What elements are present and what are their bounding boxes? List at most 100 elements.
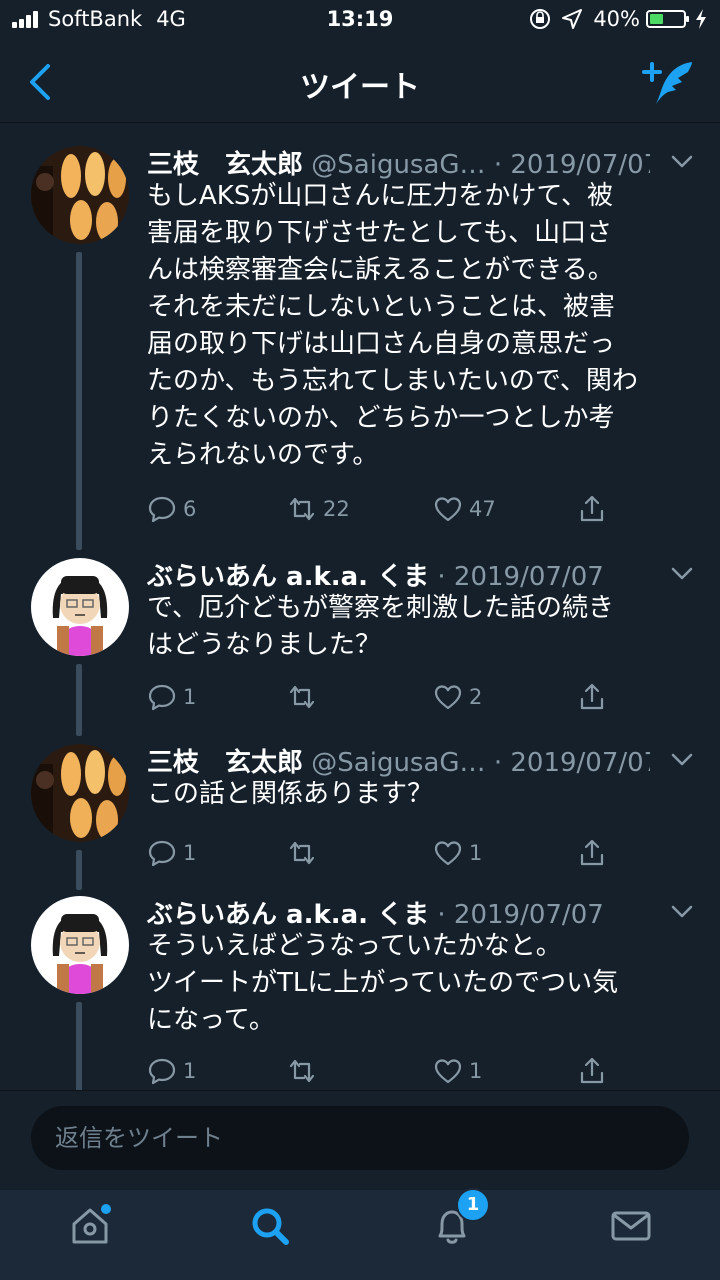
tweet-header: 三枝 玄太郎 @SaigusaG… · 2019/07/07 [147,144,650,181]
share-icon [580,683,604,710]
tweet-header: ぶらいあん a.k.a. くま · 2019/07/07 [147,556,650,593]
reply-icon [148,684,176,711]
reply-count: 6 [183,497,197,521]
status-right: 40% [529,7,708,31]
reply-icon [148,1058,176,1085]
heart-icon [434,841,462,866]
status-bar: SoftBank 4G 13:19 40% [0,0,720,40]
heart-icon [434,685,462,710]
tweet-actions: 1 1 [147,1056,690,1090]
separator-dot: · [437,900,446,930]
like-button[interactable]: 1 [433,1056,482,1086]
tweet[interactable]: ぶらいあん a.k.a. くま · 2019/07/07 そういえばどうなってい… [0,896,720,1090]
share-icon [580,1057,604,1084]
tweet-header: 三枝 玄太郎 @SaigusaG… · 2019/07/07 [147,742,650,779]
retweet-button[interactable]: 22 [287,494,350,524]
author-handle[interactable]: @SaigusaG… [311,150,485,180]
reply-count: 1 [183,841,197,865]
tweet-date: 2019/07/07 [510,748,650,778]
retweet-icon [289,1059,315,1083]
tweet-actions: 1 2 [147,682,690,716]
avatar[interactable] [31,146,129,244]
tweet-header: ぶらいあん a.k.a. くま · 2019/07/07 [147,894,650,931]
tweet[interactable]: ぶらいあん a.k.a. くま · 2019/07/07 で、厄介どもが警察を刺… [0,558,720,744]
reply-input[interactable] [31,1106,689,1170]
chevron-down-icon[interactable] [670,752,694,768]
reply-button[interactable]: 1 [147,1056,196,1086]
retweet-count: 22 [323,497,350,521]
retweet-button[interactable] [287,838,323,868]
battery-percent: 40% [593,7,640,31]
like-count: 47 [469,497,496,521]
tweet[interactable]: 三枝 玄太郎 @SaigusaG… · 2019/07/07 もしAKSが山口さ… [0,124,720,558]
messages-icon[interactable] [609,1204,653,1248]
chevron-down-icon[interactable] [670,154,694,170]
like-button[interactable]: 47 [433,494,496,524]
like-button[interactable]: 2 [433,682,482,712]
charging-icon [696,9,706,29]
location-icon [562,9,583,29]
reply-count: 1 [183,685,197,709]
reply-icon [148,840,176,867]
share-icon [580,839,604,866]
avatar[interactable] [31,744,129,842]
like-count: 1 [469,1059,483,1083]
tweet-thread: 三枝 玄太郎 @SaigusaG… · 2019/07/07 もしAKSが山口さ… [0,124,720,1090]
author-name[interactable]: 三枝 玄太郎 [147,748,303,778]
tweet-text: で、厄介どもが警察を刺激した話の続き はどうなりました？ [147,593,614,660]
share-icon [580,495,604,522]
like-count: 1 [469,841,483,865]
search-icon[interactable] [248,1204,292,1248]
tweet-date: 2019/07/07 [453,562,604,592]
tweet[interactable]: 三枝 玄太郎 @SaigusaG… · 2019/07/07 この話と関係ありま… [0,744,720,896]
tweet-date: 2019/07/07 [510,150,650,180]
share-button[interactable] [577,494,613,524]
heart-icon [434,497,462,522]
compose-tweet-icon[interactable] [642,58,696,106]
like-count: 2 [469,685,483,709]
chevron-down-icon[interactable] [670,904,694,920]
retweet-icon [289,497,315,521]
reply-button[interactable]: 1 [147,838,196,868]
separator-dot: · [437,562,446,592]
thread-line [76,1002,82,1090]
battery-icon [646,10,689,28]
author-name[interactable]: ぶらいあん a.k.a. くま [147,900,429,930]
retweet-icon [289,685,315,709]
reply-button[interactable]: 1 [147,682,196,712]
tweet-date: 2019/07/07 [453,900,604,930]
reply-button[interactable]: 6 [147,494,196,524]
retweet-button[interactable] [287,682,323,712]
share-button[interactable] [577,682,613,712]
reply-bar [0,1090,720,1191]
home-unread-dot [101,1204,111,1214]
retweet-button[interactable] [287,1056,323,1086]
tweet-actions: 6 22 47 [147,494,690,528]
thread-line [76,664,82,736]
retweet-icon [289,841,315,865]
share-button[interactable] [577,838,613,868]
author-handle[interactable]: @SaigusaG… [311,748,485,778]
page-title: ツイート [300,70,420,105]
like-button[interactable]: 1 [433,838,482,868]
thread-line [76,252,82,550]
avatar[interactable] [31,558,129,656]
notification-badge: 1 [456,1188,490,1222]
share-button[interactable] [577,1056,613,1086]
tweet-text: この話と関係あります？ [147,779,434,809]
separator-dot: · [493,748,503,778]
separator-dot: · [493,150,503,180]
orientation-lock-icon [530,9,551,29]
avatar[interactable] [31,896,129,994]
thread-line [76,850,82,890]
tweet-text: そういえばどうなっていたかなと。 ツイートがTLに上がっていたのでつい気 になっ… [147,931,619,1035]
chevron-down-icon[interactable] [670,566,694,582]
reply-icon [148,496,176,523]
author-name[interactable]: 三枝 玄太郎 [147,150,303,180]
tweet-text: もしAKSが山口さんに圧力をかけて、被 害届を取り下げさせたとしても、山口さ ん… [147,181,638,470]
tweet-actions: 1 1 [147,838,690,872]
navigation-header: ツイート [0,40,720,123]
reply-count: 1 [183,1059,197,1083]
heart-icon [434,1059,462,1084]
author-name[interactable]: ぶらいあん a.k.a. くま [147,562,429,592]
